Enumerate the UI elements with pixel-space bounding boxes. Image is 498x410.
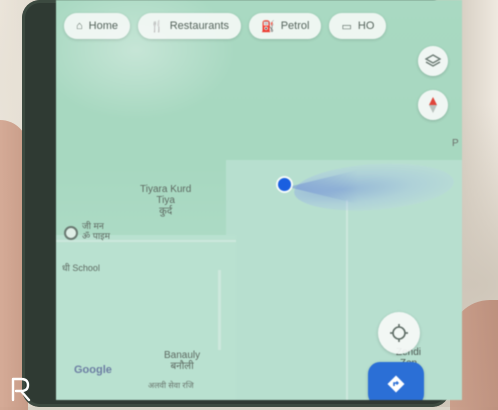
map-road	[218, 270, 221, 350]
chip-label: Restaurants	[169, 20, 230, 32]
place-label-school: धी School	[62, 263, 100, 273]
chip-home[interactable]: ⌂ Home	[64, 13, 130, 39]
map-screen[interactable]: ⌂ Home 🍴 Restaurants ⛽ Petrol ▭ HO Tiyar…	[56, 0, 462, 400]
current-location-dot	[278, 178, 291, 191]
fuel-pump-icon: ⛽	[261, 20, 275, 33]
fork-knife-icon: 🍴	[150, 20, 164, 33]
watermark-r-logo	[11, 377, 31, 402]
chip-label: Home	[88, 20, 118, 32]
compass-button[interactable]	[418, 90, 448, 120]
google-logo: Google	[74, 364, 112, 376]
hotel-icon: ▭	[341, 20, 352, 33]
map-road	[346, 200, 348, 400]
my-location-button[interactable]	[378, 312, 420, 354]
phone-frame: ⌂ Home 🍴 Restaurants ⛽ Petrol ▭ HO Tiyar…	[22, 0, 462, 407]
map-bottom-label: अलवी सेवा रजि	[148, 381, 194, 390]
chip-petrol[interactable]: ⛽ Petrol	[249, 13, 322, 39]
crosshair-icon	[390, 324, 408, 342]
home-icon: ⌂	[76, 20, 83, 32]
category-chips: ⌂ Home 🍴 Restaurants ⛽ Petrol ▭ HO	[64, 12, 462, 40]
chip-hotels[interactable]: ▭ HO	[329, 13, 387, 39]
place-label-tiyara: Tiyara Kurd Tiya कुर्द	[140, 184, 192, 217]
place-label-poi: जी मन ॐ पाइम	[82, 221, 110, 241]
directions-icon	[387, 375, 405, 393]
chip-restaurants[interactable]: 🍴 Restaurants	[138, 13, 242, 39]
place-label-edge: P	[452, 138, 459, 149]
chip-label: Petrol	[280, 20, 310, 32]
compass-icon	[429, 97, 437, 113]
layers-button[interactable]	[418, 46, 448, 76]
layers-icon	[425, 54, 441, 67]
place-label-banauly: Banauly बनौली	[164, 350, 201, 372]
place-pin-icon	[64, 226, 78, 240]
directions-button[interactable]	[368, 362, 424, 400]
chip-label: HO	[357, 20, 375, 32]
